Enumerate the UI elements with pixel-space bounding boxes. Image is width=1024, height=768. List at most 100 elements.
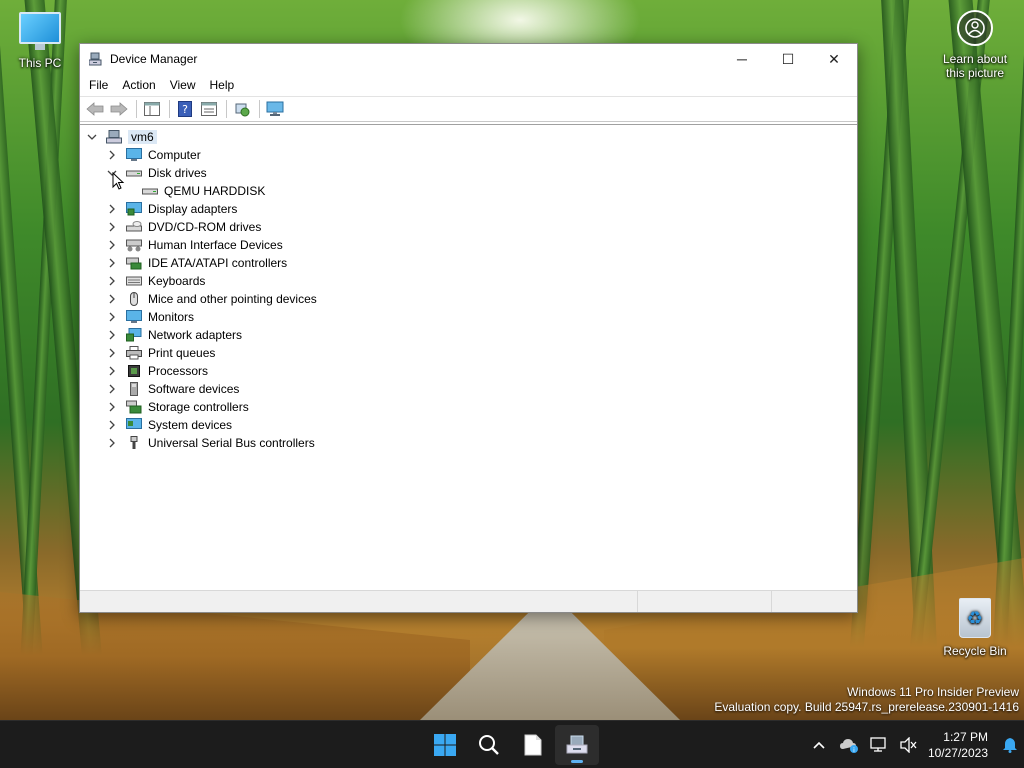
- chevron-right-icon[interactable]: [106, 149, 118, 161]
- desktop-icon-recycle-bin[interactable]: ♻ Recycle Bin: [935, 596, 1015, 658]
- chevron-right-icon[interactable]: [106, 203, 118, 215]
- tree-item-system-devices[interactable]: System devices: [106, 416, 232, 434]
- menu-action[interactable]: Action: [115, 78, 162, 92]
- disk-drive-icon: [142, 184, 158, 198]
- tree-item-software-devices[interactable]: Software devices: [106, 380, 239, 398]
- cloud-info-icon: i: [839, 739, 858, 753]
- tree-item-dvd-cd-rom-drives[interactable]: DVD/CD-ROM drives: [106, 218, 261, 236]
- tree-item-storage-controllers[interactable]: Storage controllers: [106, 398, 249, 416]
- close-button[interactable]: ✕: [811, 44, 857, 74]
- help-button[interactable]: ?: [174, 99, 196, 119]
- dvd-drive-icon: [126, 220, 142, 234]
- network-monitor-icon: [870, 737, 886, 752]
- chevron-right-icon[interactable]: [106, 275, 118, 287]
- taskbar-notepad-button[interactable]: [511, 725, 555, 765]
- tree-item-print-queues[interactable]: Print queues: [106, 344, 215, 362]
- chevron-right-icon[interactable]: [106, 221, 118, 233]
- tree-item-ide-ata-atapi-controllers[interactable]: IDE ATA/ATAPI controllers: [106, 254, 287, 272]
- chevron-right-icon[interactable]: [106, 239, 118, 251]
- tree-item-mice-and-other-pointing-devices-label: Mice and other pointing devices: [148, 292, 317, 306]
- minimize-button[interactable]: ─: [719, 44, 765, 74]
- printer-icon: [126, 346, 142, 360]
- onedrive-status-button[interactable]: i: [834, 725, 864, 765]
- network-button[interactable]: [864, 725, 894, 765]
- watermark-line2: Evaluation copy. Build 25947.rs_prerelea…: [714, 700, 1019, 714]
- show-hide-console-tree-button[interactable]: [141, 99, 163, 119]
- bell-icon: [1003, 738, 1017, 753]
- window-title: Device Manager: [110, 52, 198, 66]
- chevron-right-icon[interactable]: [106, 347, 118, 359]
- disk-drive-icon: [126, 166, 142, 180]
- tree-item-network-adapters-label: Network adapters: [148, 328, 243, 342]
- display-devices-button[interactable]: [264, 99, 286, 119]
- tree-item-mice-and-other-pointing-devices[interactable]: Mice and other pointing devices: [106, 290, 317, 308]
- desktop-icon-learn-about-picture[interactable]: Learn about this picture: [934, 10, 1016, 80]
- show-hidden-icons-button[interactable]: [804, 725, 834, 765]
- chevron-right-icon[interactable]: [106, 437, 118, 449]
- scan-hardware-changes-button[interactable]: [231, 99, 253, 119]
- chevron-right-icon[interactable]: [106, 311, 118, 323]
- chevron-right-icon[interactable]: [106, 383, 118, 395]
- menu-bar: File Action View Help: [80, 74, 857, 96]
- back-button[interactable]: [84, 99, 106, 119]
- chevron-right-icon[interactable]: [106, 329, 118, 341]
- tree-item-processors-label: Processors: [148, 364, 209, 378]
- svg-text:?: ?: [182, 103, 188, 116]
- learn-label-line2: this picture: [945, 66, 1005, 80]
- tree-item-keyboards[interactable]: Keyboards: [106, 272, 205, 290]
- this-pc-label: This PC: [18, 56, 62, 70]
- chevron-right-icon[interactable]: [106, 257, 118, 269]
- chevron-right-icon[interactable]: [106, 419, 118, 431]
- device-tree[interactable]: vm6 Computer Disk drives QEMU HARDDISK Displ…: [80, 124, 857, 589]
- tree-item-human-interface-devices[interactable]: Human Interface Devices: [106, 236, 283, 254]
- tree-item-universal-serial-bus-controllers[interactable]: Universal Serial Bus controllers: [106, 434, 315, 452]
- start-button[interactable]: [423, 725, 467, 765]
- document-icon: [524, 734, 542, 756]
- tree-item-computer[interactable]: Computer: [106, 146, 201, 164]
- chevron-down-icon[interactable]: [86, 131, 98, 143]
- status-bar: [80, 590, 857, 612]
- tree-item-processors[interactable]: Processors: [106, 362, 208, 380]
- maximize-button[interactable]: ☐: [765, 44, 811, 74]
- chevron-right-icon[interactable]: [106, 293, 118, 305]
- tree-item-display-adapters[interactable]: Display adapters: [106, 200, 237, 218]
- clock[interactable]: 1:27 PM 10/27/2023: [924, 729, 996, 761]
- windows-logo-icon: [434, 734, 456, 756]
- chevron-right-icon[interactable]: [106, 401, 118, 413]
- volume-button[interactable]: [894, 725, 924, 765]
- ide-controller-icon: [126, 256, 142, 270]
- desktop-icon-this-pc[interactable]: This PC: [0, 8, 80, 70]
- tree-root-vm6[interactable]: vm6: [86, 128, 157, 146]
- menu-file[interactable]: File: [82, 78, 115, 92]
- toolbar: ?: [80, 96, 857, 122]
- recycle-bin-icon: ♻: [959, 598, 991, 638]
- back-arrow-icon: [86, 102, 104, 116]
- taskbar-device-manager-button[interactable]: [555, 725, 599, 765]
- device-manager-window[interactable]: Device Manager ─ ☐ ✕ File Action View He…: [79, 43, 858, 613]
- tree-item-monitors[interactable]: Monitors: [106, 308, 194, 326]
- search-button[interactable]: [467, 725, 511, 765]
- watermark-line1: Windows 11 Pro Insider Preview: [847, 685, 1019, 699]
- chevron-up-icon: [813, 741, 825, 749]
- tree-item-keyboards-label: Keyboards: [148, 274, 206, 288]
- system-device-icon: [126, 418, 142, 432]
- properties-button[interactable]: [198, 99, 220, 119]
- tree-item-network-adapters[interactable]: Network adapters: [106, 326, 242, 344]
- camera-info-icon: [957, 10, 993, 46]
- title-bar[interactable]: Device Manager ─ ☐ ✕: [80, 44, 857, 74]
- tree-device-qemu-harddisk[interactable]: QEMU HARDDISK: [142, 182, 265, 200]
- root-computer-icon: [106, 130, 122, 144]
- menu-view[interactable]: View: [163, 78, 203, 92]
- tree-item-display-adapters-label: Display adapters: [148, 202, 238, 216]
- forward-button[interactable]: [108, 99, 130, 119]
- menu-help[interactable]: Help: [203, 78, 242, 92]
- monitor-toolbar-icon: [266, 101, 284, 116]
- computer-icon: [126, 148, 142, 162]
- clock-date: 10/27/2023: [927, 746, 988, 760]
- chevron-right-icon[interactable]: [106, 365, 118, 377]
- tree-root-vm6-label: vm6: [128, 130, 157, 144]
- tree-item-storage-controllers-label: Storage controllers: [148, 400, 249, 414]
- tree-device-qemu-harddisk-label: QEMU HARDDISK: [164, 184, 266, 198]
- notifications-button[interactable]: [996, 725, 1024, 765]
- console-tree-icon: [144, 102, 160, 116]
